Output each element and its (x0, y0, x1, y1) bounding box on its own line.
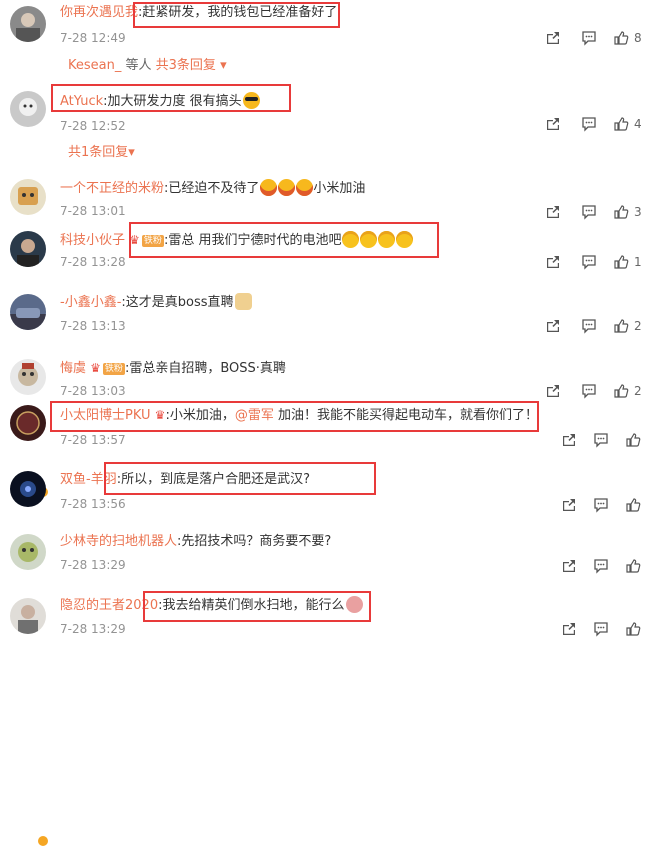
replies-link[interactable]: 共3条回复 (156, 58, 216, 73)
grin-emoji-icon (260, 179, 278, 196)
avatar[interactable] (10, 91, 46, 127)
verified-badge-icon (37, 835, 49, 847)
doge-emoji-icon (234, 293, 252, 310)
like-count: 2 (634, 384, 642, 398)
grin-emoji-icon (278, 179, 296, 196)
comment-icon[interactable] (593, 497, 609, 513)
like-icon[interactable] (613, 254, 629, 270)
fan-badge: 铁粉 (102, 362, 125, 375)
highlight-box (51, 84, 291, 112)
highlight-box (143, 591, 371, 622)
avatar[interactable] (10, 359, 46, 395)
timestamp: 7-28 13:56 (60, 497, 126, 511)
username[interactable]: -小鑫小鑫- (60, 295, 121, 310)
timestamp: 7-28 13:29 (60, 622, 126, 636)
comment-icon[interactable] (593, 432, 609, 448)
username[interactable]: 一个不正经的米粉 (60, 181, 164, 196)
comment-icon[interactable] (581, 318, 597, 334)
username[interactable]: 少林寺的扫地机器人 (60, 534, 177, 549)
avatar[interactable] (10, 598, 46, 634)
avatar[interactable] (10, 471, 46, 507)
like-count: 4 (634, 117, 642, 131)
comment-text: 已经迫不及待了 (168, 181, 260, 196)
crown-icon: ♛ (90, 361, 101, 375)
like-count: 3 (634, 205, 642, 219)
avatar[interactable] (10, 294, 46, 330)
timestamp: 7-28 12:52 (60, 119, 126, 133)
like-icon[interactable] (625, 621, 641, 637)
share-icon[interactable] (545, 204, 561, 220)
comment-icon[interactable] (581, 116, 597, 132)
timestamp: 7-28 13:28 (60, 255, 126, 269)
highlight-box (133, 2, 340, 28)
timestamp: 7-28 13:03 (60, 384, 126, 398)
comment-item: 少林寺的扫地机器人:先招技术吗？商务要不要? 7-28 13:29 (0, 530, 652, 580)
reply-summary[interactable]: Kesean_ 等人 共3条回复 ▾ (68, 57, 227, 75)
highlight-box (129, 222, 439, 258)
highlight-box (104, 462, 376, 495)
username[interactable]: 你再次遇见我 (60, 5, 138, 20)
comment-text: 先招技术吗？商务要不要? (181, 534, 332, 549)
timestamp: 7-28 13:29 (60, 558, 126, 572)
like-icon[interactable] (613, 30, 629, 46)
avatar[interactable] (10, 231, 46, 267)
share-icon[interactable] (545, 116, 561, 132)
like-icon[interactable] (613, 318, 629, 334)
timestamp: 7-28 12:49 (60, 31, 126, 45)
share-icon[interactable] (545, 30, 561, 46)
like-icon[interactable] (613, 204, 629, 220)
timestamp: 7-28 13:13 (60, 319, 126, 333)
chevron-down-icon[interactable]: ▾ (128, 145, 135, 160)
timestamp: 7-28 13:01 (60, 204, 126, 218)
share-icon[interactable] (561, 497, 577, 513)
grin-emoji-icon (296, 179, 314, 196)
comment-icon[interactable] (593, 621, 609, 637)
avatar[interactable] (10, 534, 46, 570)
like-count: 1 (634, 255, 642, 269)
share-icon[interactable] (561, 432, 577, 448)
avatar[interactable] (10, 179, 46, 215)
username[interactable]: 科技小伙子 (60, 233, 125, 248)
timestamp: 7-28 13:57 (60, 433, 126, 447)
chevron-down-icon[interactable]: ▾ (220, 58, 227, 73)
like-icon[interactable] (625, 497, 641, 513)
avatar[interactable] (10, 6, 46, 42)
like-icon[interactable] (613, 116, 629, 132)
like-count: 2 (634, 319, 642, 333)
like-count: 8 (634, 31, 642, 45)
comment-icon[interactable] (581, 30, 597, 46)
comment-icon[interactable] (581, 254, 597, 270)
like-icon[interactable] (625, 558, 641, 574)
replies-link[interactable]: 共1条回复 (68, 145, 128, 160)
highlight-box (50, 401, 539, 432)
username[interactable]: 悔虞 (60, 361, 86, 376)
comment-text: 雷总亲自招聘，BOSS·真聘 (129, 361, 286, 376)
share-icon[interactable] (545, 383, 561, 399)
share-icon[interactable] (561, 558, 577, 574)
comment-icon[interactable] (593, 558, 609, 574)
comment-icon[interactable] (581, 383, 597, 399)
reply-summary[interactable]: 共1条回复▾ (68, 144, 135, 162)
like-icon[interactable] (625, 432, 641, 448)
share-icon[interactable] (561, 621, 577, 637)
like-icon[interactable] (613, 383, 629, 399)
share-icon[interactable] (545, 254, 561, 270)
comment-text: 这才是真boss直聘 (125, 295, 234, 310)
avatar[interactable] (10, 405, 46, 441)
share-icon[interactable] (545, 318, 561, 334)
comment-icon[interactable] (581, 204, 597, 220)
